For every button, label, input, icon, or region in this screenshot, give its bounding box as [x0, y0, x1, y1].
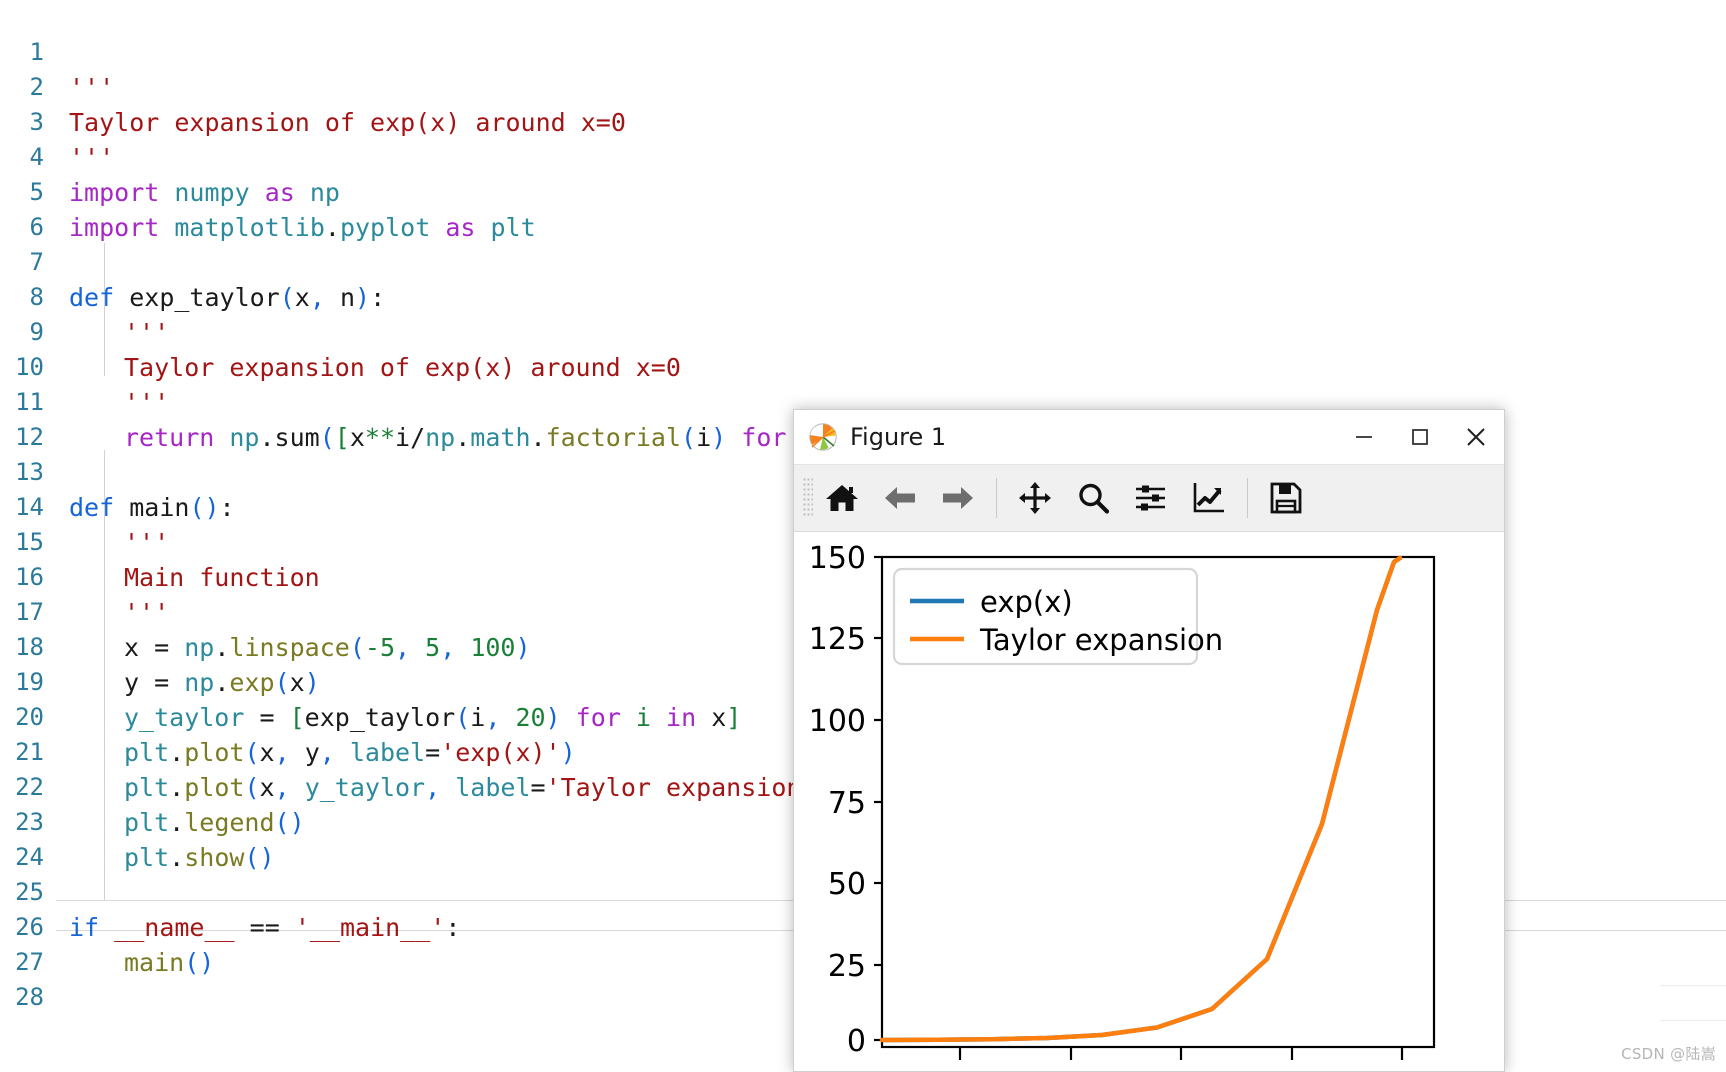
- code-line[interactable]: 8 ''': [0, 245, 1726, 347]
- y-tick-label: 50: [828, 867, 866, 902]
- page-divider: [1660, 1020, 1726, 1021]
- close-icon: [1467, 428, 1485, 446]
- code-line[interactable]: 9 Taylor expansion of exp(x) around x=0: [0, 280, 1726, 382]
- y-tick-label: 100: [809, 704, 866, 739]
- code-line[interactable]: 3 ''': [0, 70, 1726, 172]
- code-line[interactable]: 6: [0, 175, 1726, 241]
- customize-button[interactable]: [1183, 472, 1235, 524]
- y-tick-label: 25: [828, 949, 866, 984]
- page-divider: [1660, 985, 1726, 986]
- line-chart-icon: [1193, 483, 1224, 513]
- legend-label-exp-x: exp(x): [980, 585, 1073, 619]
- figure-window[interactable]: Figure 1 150 125 100 75 50 25 0 exp(x) T…: [793, 409, 1505, 1072]
- line-number: 28: [15, 983, 44, 1011]
- y-axis: [874, 555, 882, 1042]
- y-tick-label: 75: [828, 786, 866, 821]
- watermark: CSDN @陆嵩: [1621, 1045, 1716, 1063]
- code-line[interactable]: 1 ''': [0, 0, 1726, 102]
- matplotlib-axes: 150 125 100 75 50 25 0 exp(x) Taylor exp…: [809, 541, 1436, 1060]
- maximize-icon: [1412, 429, 1428, 445]
- figure-titlebar[interactable]: Figure 1: [794, 410, 1504, 465]
- minimize-icon: [1356, 436, 1372, 438]
- code-line[interactable]: 10 ''': [0, 315, 1726, 417]
- forward-button[interactable]: [932, 472, 984, 524]
- x-axis: [958, 1047, 1404, 1060]
- sliders-icon: [1136, 485, 1165, 511]
- maximize-button[interactable]: [1392, 410, 1448, 464]
- figure-toolbar[interactable]: [794, 465, 1504, 532]
- code-line[interactable]: 7 def exp_taylor(x, n):: [0, 210, 1726, 312]
- matplotlib-icon: [808, 422, 838, 452]
- toolbar-separator: [1247, 478, 1248, 518]
- figure-canvas[interactable]: 150 125 100 75 50 25 0 exp(x) Taylor exp…: [794, 532, 1504, 1071]
- pan-button[interactable]: [1009, 472, 1061, 524]
- code-line[interactable]: 11 return np.sum([x**i/np.math.factorial…: [0, 350, 1726, 452]
- code-line[interactable]: 4 import numpy as np: [0, 105, 1726, 207]
- magnifier-icon: [1079, 483, 1110, 514]
- toolbar-separator: [996, 478, 997, 518]
- arrow-left-icon: [885, 487, 915, 509]
- move-icon: [1019, 482, 1051, 514]
- legend-label-taylor-expansion: Taylor expansion: [979, 623, 1223, 657]
- home-icon: [826, 485, 858, 511]
- y-tick-labels: 150 125 100 75 50 25 0: [809, 541, 866, 1059]
- screen: 1 ''' 2 Taylor expansion of exp(x) aroun…: [0, 0, 1726, 1072]
- toolbar-grip[interactable]: [803, 478, 813, 518]
- y-tick-label: 150: [809, 541, 866, 576]
- back-button[interactable]: [874, 472, 926, 524]
- zoom-button[interactable]: [1067, 472, 1119, 524]
- chart-legend[interactable]: exp(x) Taylor expansion: [892, 567, 1223, 666]
- floppy-disk-icon: [1270, 482, 1302, 514]
- code-line[interactable]: 2 Taylor expansion of exp(x) around x=0: [0, 35, 1726, 137]
- home-button[interactable]: [816, 472, 868, 524]
- window-controls: [1336, 410, 1504, 464]
- figure-window-title: Figure 1: [850, 423, 947, 451]
- arrow-right-icon: [943, 487, 973, 509]
- minimize-button[interactable]: [1336, 410, 1392, 464]
- save-button[interactable]: [1260, 472, 1312, 524]
- y-tick-label: 125: [809, 622, 866, 657]
- y-tick-label: 0: [847, 1024, 866, 1059]
- subplots-button[interactable]: [1125, 472, 1177, 524]
- close-button[interactable]: [1448, 410, 1504, 464]
- code-line[interactable]: 5 import matplotlib.pyplot as plt: [0, 140, 1726, 242]
